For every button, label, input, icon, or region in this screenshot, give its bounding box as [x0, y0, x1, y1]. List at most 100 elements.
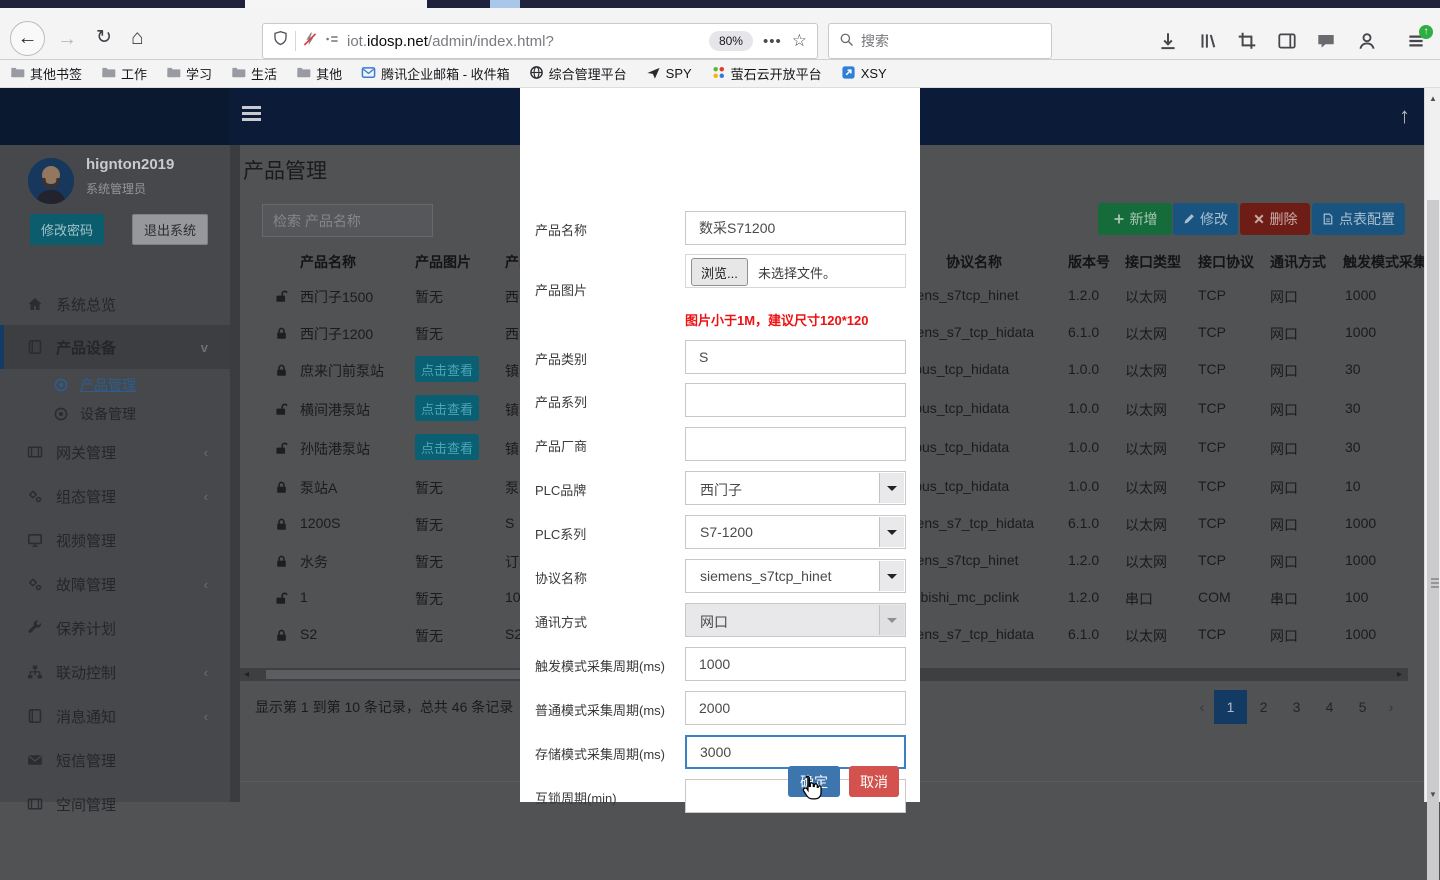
bookmark-item[interactable]: 其他 [296, 64, 342, 83]
field-select-协议名称[interactable]: siemens_s7tcp_hinet [685, 559, 906, 593]
pagination-page-2[interactable]: 2 [1247, 690, 1280, 724]
bookmark-item[interactable]: 萤石云开放平台 [711, 64, 822, 83]
home-button[interactable]: ⌂ [131, 27, 144, 48]
sidebar-item-系统总览[interactable]: 系统总览 [0, 282, 230, 326]
bookmark-star-icon[interactable]: ☆ [792, 31, 807, 51]
bookmark-item[interactable]: 综合管理平台 [529, 64, 627, 83]
chevron-down-icon[interactable] [879, 473, 904, 503]
cell-product-name[interactable]: 西门子1200 [300, 324, 373, 344]
sidebar-item-联动控制[interactable]: 联动控制‹ [0, 650, 230, 694]
pagination-next[interactable]: › [1379, 690, 1403, 724]
sidebar-item-故障管理[interactable]: 故障管理‹ [0, 562, 230, 606]
field-select-通讯方式[interactable]: 网口 [685, 603, 906, 637]
scroll-left-icon[interactable]: ◂ [244, 668, 249, 681]
cancel-button[interactable]: 取消 [849, 766, 899, 797]
chevron-down-icon[interactable] [879, 561, 904, 591]
zoom-indicator[interactable]: 80% [709, 31, 753, 51]
library-icon[interactable] [1197, 30, 1221, 54]
avatar[interactable] [28, 158, 74, 204]
pagination-page-1[interactable]: 1 [1214, 690, 1247, 724]
browser-vertical-scrollbar[interactable]: ▲ ▼ [1424, 88, 1440, 802]
sidebar-item-网关管理[interactable]: 网关管理‹ [0, 430, 230, 474]
forward-button[interactable]: → [57, 29, 77, 49]
logout-button[interactable]: 退出系统 [132, 214, 208, 245]
sidebar-item-视频管理[interactable]: 视频管理 [0, 518, 230, 562]
url-bar[interactable]: iot.idosp.net/admin/index.html? 80% ••• … [262, 23, 818, 59]
sidebar-collapse-icon[interactable] [242, 106, 261, 121]
lock-open-icon[interactable] [274, 441, 289, 456]
pocket-bubble-icon[interactable] [1315, 30, 1339, 54]
field-input-触发模式采集周期(ms)[interactable] [685, 647, 906, 681]
download-icon[interactable] [1157, 30, 1181, 54]
cell-product-name[interactable]: 1 [300, 589, 308, 605]
field-input-产品名称[interactable] [685, 211, 906, 245]
lock-open-icon[interactable] [274, 402, 289, 417]
bookmark-item[interactable]: 腾讯企业邮箱 - 收件箱 [361, 64, 510, 83]
browse-button[interactable]: 浏览... [691, 258, 748, 286]
sidebar-item-产品管理[interactable]: 产品管理 [0, 370, 230, 400]
cell-product-name[interactable]: S2 [300, 626, 317, 642]
view-image-button[interactable]: 点击查看 [415, 356, 479, 382]
bookmark-item[interactable]: 其他书签 [10, 64, 82, 83]
bookmark-item[interactable]: SPY [646, 65, 692, 83]
screenshot-icon[interactable] [1236, 30, 1260, 54]
field-input-普通模式采集周期(ms)[interactable] [685, 691, 906, 725]
scrollbar-thumb[interactable] [1427, 200, 1439, 880]
cell-product-name[interactable]: 孙陆港泵站 [300, 439, 370, 459]
sidebar-item-空间管理[interactable]: 空间管理 [0, 782, 230, 826]
pagination-page-3[interactable]: 3 [1280, 690, 1313, 724]
field-input-产品系列[interactable] [685, 383, 906, 417]
pagination-prev[interactable]: ‹ [1190, 690, 1214, 724]
bookmark-item[interactable]: 生活 [231, 64, 277, 83]
lock-closed-icon[interactable] [274, 480, 289, 495]
lock-closed-icon[interactable] [274, 363, 289, 378]
cell-product-name[interactable]: 泵站A [300, 478, 337, 498]
search-bar[interactable]: 搜索 [828, 23, 1052, 59]
cell-product-name[interactable]: 庶来门前泵站 [300, 361, 384, 381]
pagination-page-4[interactable]: 4 [1313, 690, 1346, 724]
reload-button[interactable]: ↻ [96, 28, 112, 47]
sidebar-item-消息通知[interactable]: 消息通知‹ [0, 694, 230, 738]
lock-open-icon[interactable] [274, 289, 289, 304]
view-image-button[interactable]: 点击查看 [415, 434, 479, 460]
blocked-lightning-icon[interactable] [302, 31, 318, 52]
chevron-down-icon[interactable] [879, 517, 904, 547]
chevron-down-icon[interactable] [879, 605, 904, 635]
scroll-up-icon[interactable]: ▲ [1425, 94, 1440, 103]
navbar-partial-icon[interactable]: ↑ [1399, 103, 1410, 129]
lock-closed-icon[interactable] [274, 517, 289, 532]
field-input-存储模式采集周期(ms)[interactable] [685, 735, 906, 769]
account-icon[interactable] [1356, 30, 1380, 54]
field-select-PLC系列[interactable]: S7-1200 [685, 515, 906, 549]
change-password-button[interactable]: 修改密码 [30, 214, 104, 245]
lock-closed-icon[interactable] [274, 554, 289, 569]
cell-product-name[interactable]: 水务 [300, 552, 328, 572]
pagination-page-5[interactable]: 5 [1346, 690, 1379, 724]
view-image-button[interactable]: 点击查看 [415, 395, 479, 421]
shield-icon[interactable] [272, 30, 289, 52]
sidebar-item-产品设备[interactable]: 产品设备v [0, 325, 230, 369]
field-input-产品厂商[interactable] [685, 427, 906, 461]
field-input-产品类别[interactable] [685, 340, 906, 374]
sidebar-toggle-icon[interactable] [1276, 30, 1300, 54]
bookmark-item[interactable]: XSY [841, 65, 887, 83]
sidebar-item-组态管理[interactable]: 组态管理‹ [0, 474, 230, 518]
bookmark-item[interactable]: 工作 [101, 64, 147, 83]
bookmark-item[interactable]: 学习 [166, 64, 212, 83]
cell-product-name[interactable]: 横间港泵站 [300, 400, 370, 420]
sidebar-item-保养计划[interactable]: 保养计划 [0, 606, 230, 650]
sidebar-item-短信管理[interactable]: 短信管理 [0, 738, 230, 782]
sidebar-item-设备管理[interactable]: 设备管理 [0, 399, 230, 429]
tab-fragment[interactable] [490, 0, 520, 8]
page-actions-icon[interactable]: ••• [763, 33, 782, 50]
scroll-down-icon[interactable]: ▼ [1425, 790, 1440, 799]
scroll-right-icon[interactable]: ▸ [1397, 668, 1402, 681]
lock-open-icon[interactable] [274, 591, 289, 606]
active-tab[interactable] [245, 0, 427, 8]
lock-closed-icon[interactable] [274, 326, 289, 341]
cell-product-name[interactable]: 西门子1500 [300, 287, 373, 307]
cell-product-name[interactable]: 1200S [300, 515, 340, 531]
field-select-PLC品牌[interactable]: 西门子 [685, 471, 906, 505]
permissions-icon[interactable] [324, 31, 340, 52]
lock-closed-icon[interactable] [274, 628, 289, 643]
